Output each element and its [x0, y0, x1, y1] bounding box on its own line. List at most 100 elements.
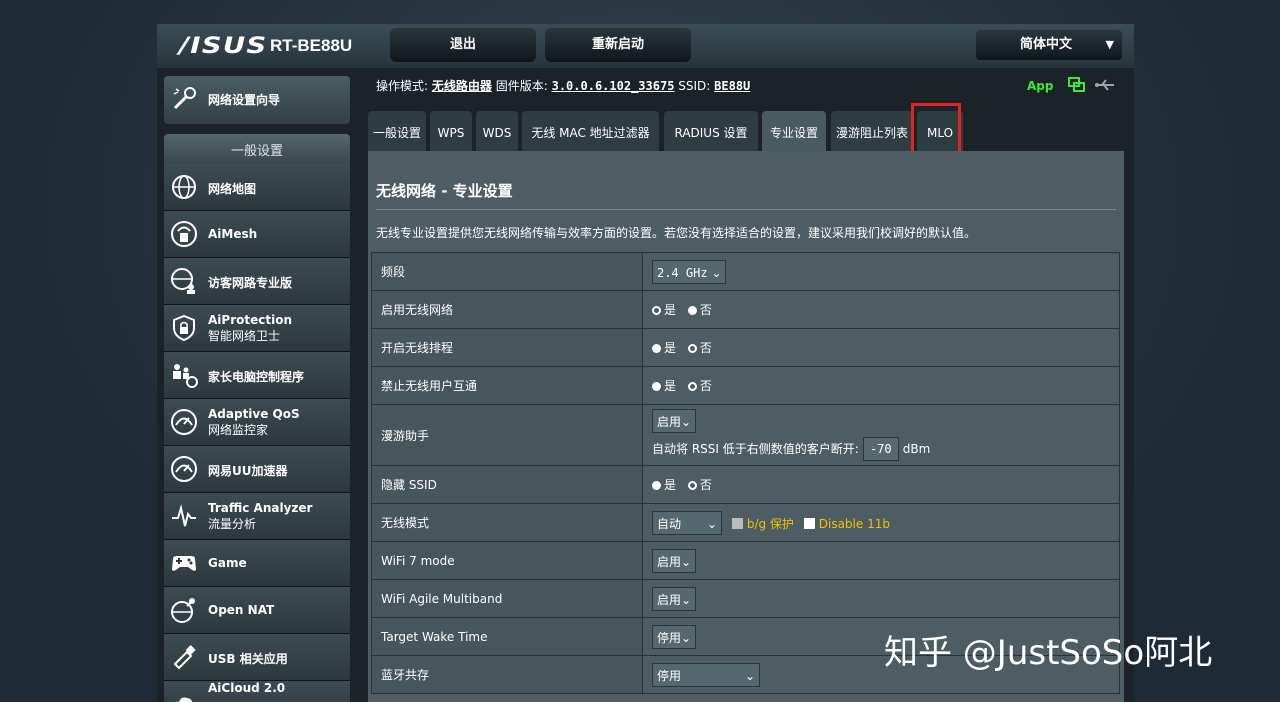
radio-yes[interactable]	[652, 481, 661, 490]
sidebar-item-parental-controls[interactable]: 家长电脑控制程序	[164, 352, 350, 399]
sidebar-item-traffic-analyzer[interactable]: Traffic Analyzer 流量分析	[164, 493, 350, 540]
setting-label: 开启无线排程	[371, 328, 643, 367]
gamepad-icon	[172, 556, 196, 571]
watermark: 知乎 @JustSoSo阿北	[884, 633, 1213, 673]
ssid-label: SSID:	[678, 79, 711, 93]
firmware-value[interactable]: 3.0.0.6.102_33675	[552, 79, 675, 93]
model-name: RT-BE88U	[270, 36, 353, 55]
radio-yes[interactable]	[652, 306, 661, 315]
shield-lock-icon	[173, 314, 195, 342]
page-description: 无线专业设置提供您无线网络传输与效率方面的设置。若您没有选择适合的设置，建议采用…	[376, 226, 977, 240]
sidebar-item-usb-apps[interactable]: USB 相关应用	[164, 634, 350, 681]
wifi7-select[interactable]: 启用⌄	[652, 548, 697, 573]
disable-11b-checkbox[interactable]	[803, 517, 815, 529]
sidebar-item-guest-network[interactable]: 访客网路专业版	[164, 258, 350, 305]
usb-stick-icon	[173, 645, 196, 670]
radio-yes-label: 是	[664, 379, 677, 393]
tab-professional[interactable]: 专业设置	[762, 111, 826, 151]
sidebar-item-aimesh[interactable]: AiMesh	[164, 211, 350, 258]
language-value: 简体中文	[1020, 37, 1073, 52]
table-row: 禁止无线用户互通 是 否	[371, 366, 1120, 405]
reboot-button[interactable]: 重新启动	[545, 28, 691, 62]
sidebar-item-uu-accelerator[interactable]: 网易UU加速器	[164, 446, 350, 493]
rssi-description: 自动将 RSSI 低于右侧数值的客户断开:	[652, 442, 859, 456]
mode-value[interactable]: 无线路由器	[432, 79, 492, 93]
table-row: WiFi 7 mode 启用⌄	[371, 541, 1120, 580]
sidebar-item-label: 网络地图	[208, 182, 257, 196]
app-link[interactable]: App	[1027, 79, 1053, 93]
roaming-select[interactable]: 启用⌄	[652, 409, 697, 433]
sidebar-item-label: Open NAT	[208, 603, 275, 617]
chevron-down-icon: ⌄	[681, 592, 692, 607]
bg-protection-checkbox[interactable]	[731, 517, 743, 529]
rssi-input[interactable]: -70	[862, 437, 899, 461]
setting-label: Target Wake Time	[371, 617, 643, 656]
logout-button[interactable]: 退出	[390, 28, 536, 62]
table-row: 频段 2.4 GHz ⌄	[371, 252, 1120, 291]
radio-yes[interactable]	[652, 382, 661, 391]
tab-roaming-block-list[interactable]: 漫游阻止列表	[831, 111, 913, 151]
rssi-unit: dBm	[902, 442, 931, 456]
sidebar-item-network-map[interactable]: 网络地图	[164, 164, 350, 211]
page-title: 无线网络 - 专业设置	[376, 182, 513, 200]
sidebar-item-label: AiProtection	[208, 313, 292, 327]
tab-radius[interactable]: RADIUS 设置	[664, 111, 758, 151]
speedometer-icon	[171, 456, 197, 482]
speedometer-icon	[171, 409, 197, 435]
table-row: 隐藏 SSID 是 否	[371, 465, 1120, 504]
sidebar-item-sublabel: 网络监控家	[208, 423, 269, 437]
agile-multiband-value: 启用	[657, 592, 682, 607]
sidebar-item-label: USB 相关应用	[208, 652, 288, 666]
radio-yes-label: 是	[664, 341, 677, 355]
table-row: 启用无线网络 是 否	[371, 290, 1120, 329]
radio-no[interactable]	[687, 481, 697, 490]
tab-mac-filter[interactable]: 无线 MAC 地址过滤器	[522, 111, 659, 151]
setting-label: 频段	[371, 252, 643, 291]
sidebar-item-label: 网易UU加速器	[208, 464, 288, 478]
radio-no-label: 否	[699, 303, 712, 317]
setup-wizard-button[interactable]: 网络设置向导	[164, 76, 350, 124]
sidebar-item-adaptive-qos[interactable]: Adaptive QoS 网络监控家	[164, 399, 350, 446]
mode-label: 操作模式:	[376, 79, 429, 93]
setting-label: WiFi Agile Multiband	[371, 579, 643, 618]
twt-value: 停用	[657, 630, 682, 645]
sidebar-item-aicloud[interactable]: AiCloud 2.0	[164, 681, 350, 702]
wireless-mode-select[interactable]: 自动 ⌄	[652, 510, 722, 535]
firmware-label: 固件版本:	[495, 79, 548, 93]
sidebar-item-label: Traffic Analyzer	[208, 501, 313, 515]
sidebar-item-label: 访客网路专业版	[208, 276, 293, 290]
sidebar-item-aiprotection[interactable]: AiProtection 智能网络卫士	[164, 305, 350, 352]
ssid-value[interactable]: BE88U	[714, 79, 750, 93]
sidebar-item-label: AiMesh	[208, 227, 258, 241]
language-select[interactable]: 简体中文 ▼	[976, 30, 1122, 60]
tab-general[interactable]: 一般设置	[368, 111, 426, 151]
radio-no[interactable]	[687, 344, 697, 353]
radio-yes-label: 是	[664, 303, 677, 317]
bg-protection-label: b/g 保护	[746, 516, 794, 531]
usb-icon[interactable]	[1094, 78, 1116, 92]
agile-multiband-select[interactable]: 启用⌄	[652, 586, 697, 611]
title-divider	[376, 209, 1116, 210]
router-admin-frame: /ISUS RT-BE88U 退出 重新启动 简体中文 ▼ 操作模式: 无线路由…	[157, 24, 1134, 702]
nat-globe-icon	[171, 598, 195, 623]
mesh-router-icon	[171, 221, 197, 247]
radio-yes[interactable]	[652, 344, 661, 353]
sidebar-item-game[interactable]: Game	[164, 540, 350, 587]
status-line: 操作模式: 无线路由器 固件版本: 3.0.0.6.102_33675 SSID…	[376, 77, 750, 94]
sidebar-item-sublabel: 智能网络卫士	[208, 329, 281, 343]
table-row: 漫游助手 启用⌄ 自动将 RSSI 低于右侧数值的客户断开: -70 dBm	[371, 404, 1120, 466]
band-select[interactable]: 2.4 GHz ⌄	[652, 259, 727, 284]
tab-wds[interactable]: WDS	[476, 111, 518, 151]
network-status-icon[interactable]	[1067, 77, 1086, 93]
tab-wps[interactable]: WPS	[430, 111, 472, 151]
bt-coex-value: 停用	[657, 668, 682, 683]
globe-icon	[172, 175, 196, 199]
wizard-label: 网络设置向导	[208, 93, 281, 107]
sidebar-item-open-nat[interactable]: Open NAT	[164, 587, 350, 634]
chevron-down-icon: ⌄	[744, 668, 755, 683]
bt-coex-select[interactable]: 停用 ⌄	[652, 662, 760, 687]
radio-no[interactable]	[687, 306, 697, 315]
radio-no[interactable]	[687, 382, 697, 391]
radio-yes-label: 是	[664, 478, 677, 492]
twt-select[interactable]: 停用⌄	[652, 624, 697, 649]
